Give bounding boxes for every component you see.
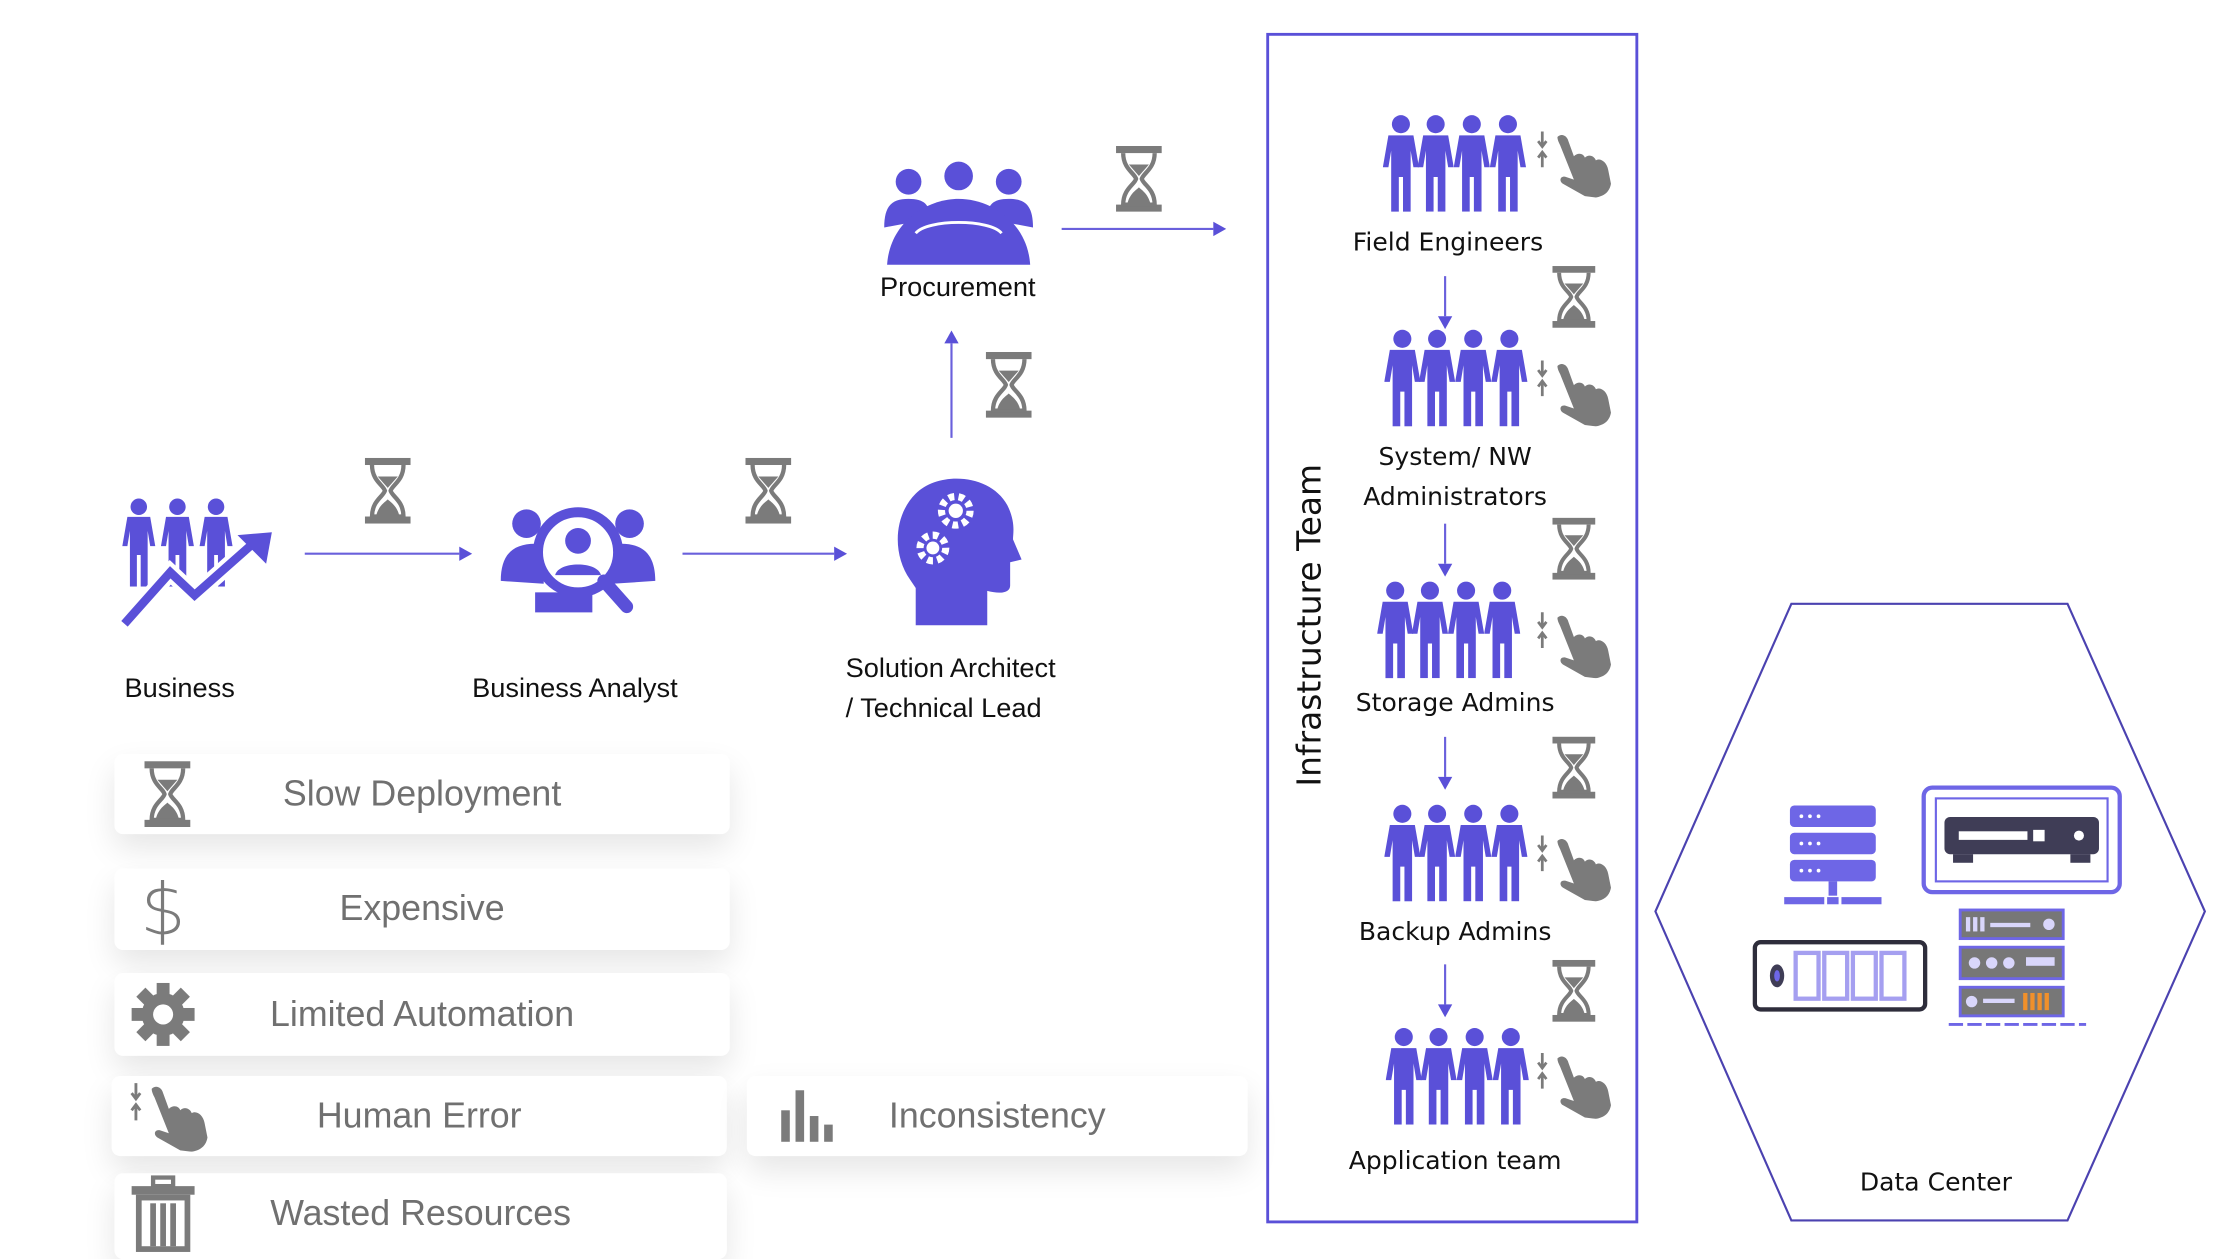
server-rack-icon [1948, 908, 2087, 1026]
problem-label: Inconsistency [888, 1095, 1106, 1136]
problem-label: Human Error [316, 1095, 522, 1136]
problem-slow-deployment: Slow Deployment [114, 754, 730, 835]
problem-label: Wasted Resources [270, 1193, 572, 1234]
problem-human-error: Human Error [111, 1075, 727, 1157]
problem-limited-automation: Limited Automation [114, 972, 730, 1056]
network-appliance-icon [1921, 785, 2122, 895]
problem-label: Slow Deployment [282, 773, 562, 814]
problem-label: Limited Automation [269, 993, 575, 1034]
server-stack-icon [1784, 805, 1882, 905]
storage-drive-icon [1752, 940, 1928, 1012]
data-center-label: Data Center [1859, 1168, 2012, 1198]
problem-inconsistency: Inconsistency [746, 1075, 1248, 1157]
problem-label: Expensive [339, 888, 505, 929]
problem-wasted-resources: Wasted Resources [114, 1173, 727, 1259]
problem-expensive: $ Expensive [114, 868, 730, 951]
